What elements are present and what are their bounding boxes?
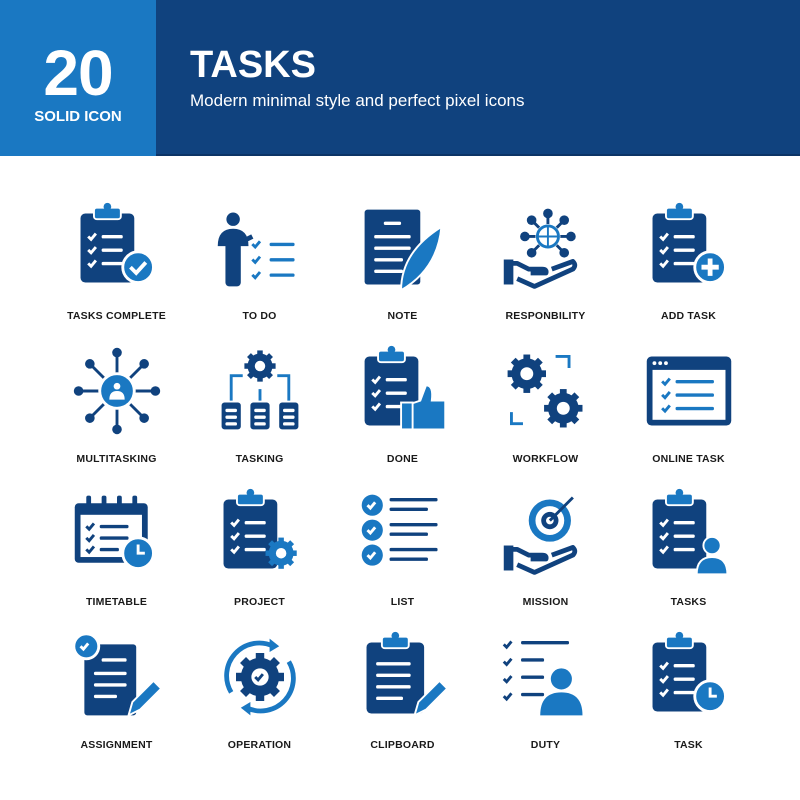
icon-label: OPERATION bbox=[227, 739, 292, 751]
icon-tile: TASKS COMPLETE bbox=[45, 200, 188, 343]
icon-tile: ASSIGNMENT bbox=[45, 629, 188, 772]
gears-arrows-icon bbox=[507, 354, 582, 428]
icon-count: 20 bbox=[43, 37, 113, 109]
hand-globe-network-icon bbox=[503, 208, 577, 289]
icon-label: TIMETABLE bbox=[85, 596, 148, 608]
icon-label: CLIPBOARD bbox=[370, 739, 435, 751]
icon-tile: CLIPBOARD bbox=[331, 629, 474, 772]
clipboard-thumbs-up-icon bbox=[364, 345, 446, 431]
clipboard-check-icon bbox=[80, 202, 155, 284]
person-network-icon bbox=[73, 347, 160, 435]
icon-tile: DONE bbox=[331, 343, 474, 486]
icon-tile: ONLINE TASK bbox=[617, 343, 760, 486]
calendar-clock-icon bbox=[74, 495, 155, 570]
icon-label: ADD TASK bbox=[660, 310, 717, 322]
icon-label: TASKING bbox=[235, 453, 284, 465]
icon-tile: DUTY bbox=[474, 629, 617, 772]
icon-label: DONE bbox=[386, 453, 419, 465]
icon-label: PROJECT bbox=[234, 596, 285, 608]
icon-count-badge: 20 SOLID ICON bbox=[0, 0, 156, 156]
clipboard-plus-icon bbox=[652, 202, 727, 284]
icon-grid: TASKS COMPLETE TO DO NOTE RESPONBILITY ADD T… bbox=[45, 200, 760, 772]
icon-style: SOLID ICON bbox=[34, 108, 122, 125]
clipboard-clock-icon bbox=[652, 631, 727, 713]
icon-tile: OPERATION bbox=[188, 629, 331, 772]
icon-label: TASK bbox=[674, 739, 703, 751]
icon-label: TASKS bbox=[670, 596, 707, 608]
header-banner: 20 SOLID ICON TASKS Modern minimal style… bbox=[0, 0, 800, 156]
icon-label: DUTY bbox=[530, 739, 561, 751]
checklist-icon bbox=[361, 494, 438, 566]
icon-label: LIST bbox=[390, 596, 415, 608]
icon-label: MISSION bbox=[522, 596, 569, 608]
icon-tile: NOTE bbox=[331, 200, 474, 343]
icon-label: WORKFLOW bbox=[512, 453, 579, 465]
page-subtitle: Modern minimal style and perfect pixel i… bbox=[190, 91, 525, 110]
document-feather-icon bbox=[364, 209, 443, 292]
icon-label: MULTITASKING bbox=[76, 453, 157, 465]
icon-label: ONLINE TASK bbox=[652, 453, 725, 465]
icon-tile: MULTITASKING bbox=[45, 343, 188, 486]
icon-label: RESPONBILITY bbox=[505, 310, 586, 322]
icon-tile: MISSION bbox=[474, 486, 617, 629]
icon-tile: PROJECT bbox=[188, 486, 331, 629]
icon-tile: TASK bbox=[617, 629, 760, 772]
browser-checklist-icon bbox=[646, 356, 731, 426]
icon-tile: TIMETABLE bbox=[45, 486, 188, 629]
page-title: TASKS bbox=[190, 44, 316, 86]
icon-tile: ADD TASK bbox=[617, 200, 760, 343]
icon-label: TO DO bbox=[242, 310, 277, 322]
hand-target-icon bbox=[503, 496, 577, 575]
icon-label: NOTE bbox=[387, 310, 418, 322]
checklist-person-icon bbox=[502, 640, 582, 716]
clipboard-pencil-icon bbox=[366, 631, 449, 718]
document-pencil-check-icon bbox=[71, 632, 163, 718]
clipboard-person-icon bbox=[652, 488, 728, 576]
gear-hierarchy-icon bbox=[221, 350, 298, 430]
gear-cycle-check-icon bbox=[223, 638, 296, 716]
icon-tile: TASKS bbox=[617, 486, 760, 629]
icon-tile: LIST bbox=[331, 486, 474, 629]
icon-tile: TO DO bbox=[188, 200, 331, 343]
icon-tile: WORKFLOW bbox=[474, 343, 617, 486]
person-checklist-icon bbox=[217, 212, 295, 287]
icon-label: TASKS COMPLETE bbox=[67, 310, 166, 322]
icon-tile: RESPONBILITY bbox=[474, 200, 617, 343]
icon-label: ASSIGNMENT bbox=[80, 739, 153, 751]
clipboard-gear-icon bbox=[223, 488, 297, 569]
icon-tile: TASKING bbox=[188, 343, 331, 486]
